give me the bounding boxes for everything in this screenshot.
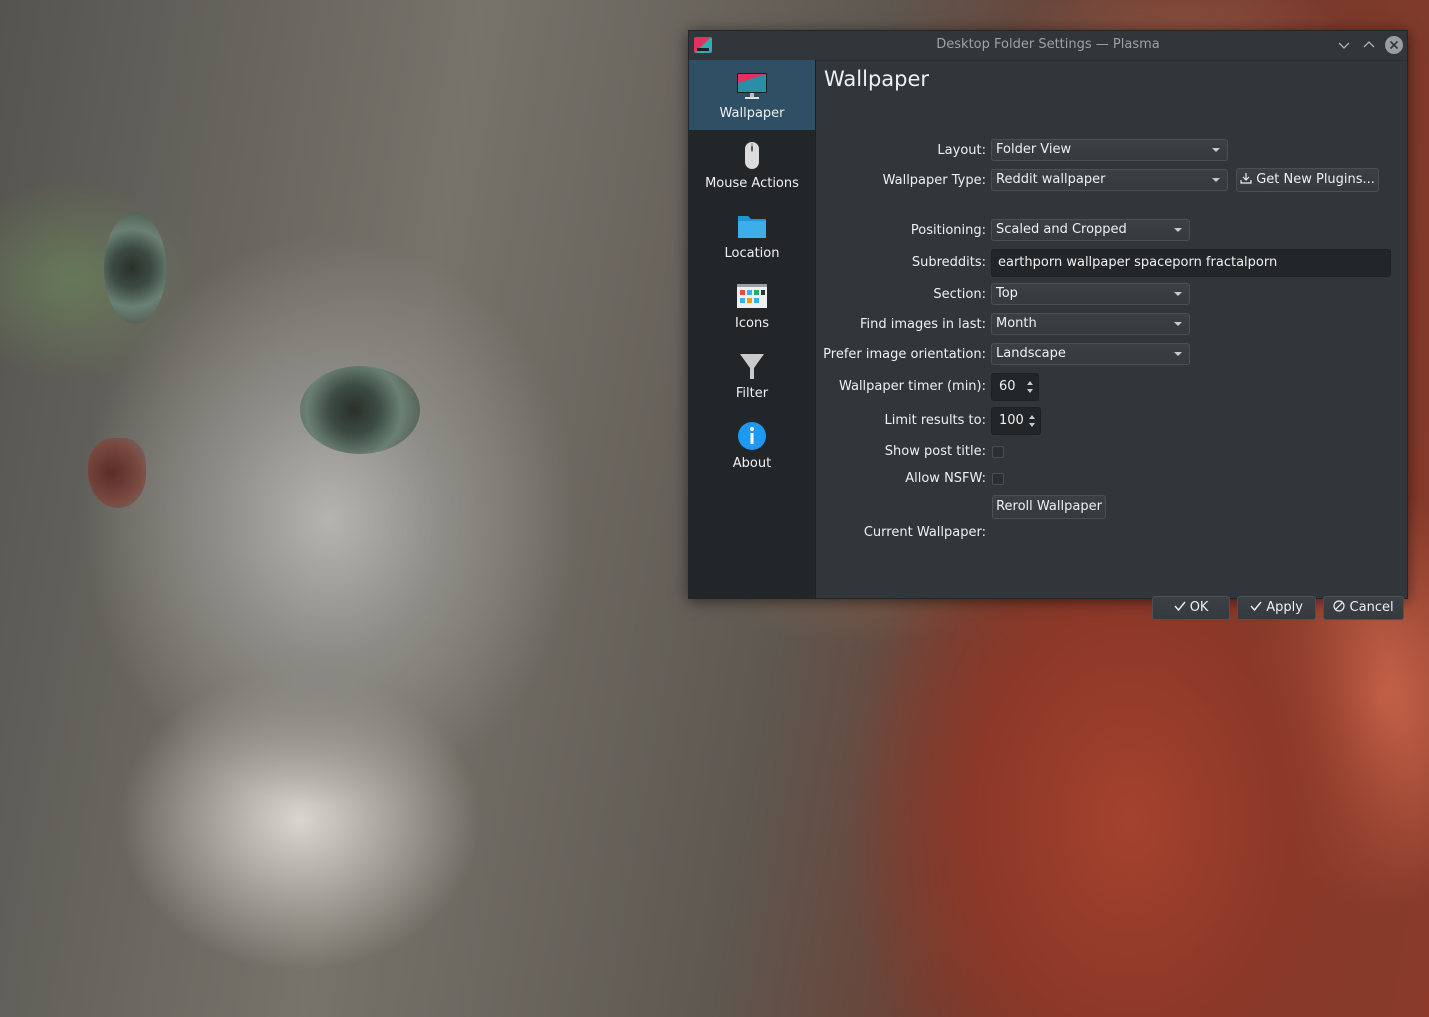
check-icon [1250,601,1262,612]
monitor-icon [737,73,767,99]
current-wallpaper-label: Current Wallpaper: [863,525,986,540]
layout-value: Folder View [996,142,1072,157]
kitten-nose [88,438,146,508]
sidebar-item-label: Filter [735,386,769,401]
cancel-icon [1333,600,1346,612]
section-label: Section: [933,287,986,302]
positioning-combo[interactable]: Scaled and Cropped [991,219,1190,241]
show-post-title-checkbox[interactable] [992,446,1004,458]
spin-up-icon[interactable] [1027,381,1033,385]
chevron-down-icon [1174,322,1182,326]
wallpaper-type-label: Wallpaper Type: [882,173,986,188]
find-images-value: Month [996,316,1037,331]
orientation-value: Landscape [996,346,1066,361]
chevron-down-icon [1338,42,1350,49]
page-title: Wallpaper [824,67,930,91]
allow-nsfw-checkbox[interactable] [992,473,1004,485]
maximize-button[interactable] [1359,35,1379,55]
reroll-wallpaper-button[interactable]: Reroll Wallpaper [992,495,1106,519]
chevron-down-icon [1212,178,1220,182]
find-images-label: Find images in last: [860,317,986,332]
check-icon [1174,601,1186,612]
subreddits-input[interactable]: earthporn wallpaper spaceporn fractalpor… [991,249,1391,277]
orientation-label: Prefer image orientation: [823,347,986,362]
content-pane: Wallpaper Layout: Folder View Wallpaper … [815,60,1408,620]
sidebar-item-label: Wallpaper [719,106,785,121]
sidebar-item-location[interactable]: Location [689,200,815,270]
sidebar-item-wallpaper[interactable]: Wallpaper [689,60,815,130]
limit-label: Limit results to: [884,413,986,428]
sidebar-item-label: About [732,456,772,471]
sidebar-item-filter[interactable]: Filter [689,340,815,410]
close-icon [1385,36,1403,54]
subreddits-label: Subreddits: [911,255,986,270]
download-icon [1240,173,1252,184]
kitten-eye-left [104,212,166,324]
sidebar-item-about[interactable]: About [689,410,815,480]
reroll-wallpaper-label: Reroll Wallpaper [996,499,1102,514]
chevron-down-icon [1174,292,1182,296]
section-value: Top [996,286,1018,301]
minimize-button[interactable] [1334,35,1354,55]
sidebar: Wallpaper Mouse Actions Location Icons F… [689,60,815,599]
spin-down-icon[interactable] [1027,389,1033,393]
layout-label: Layout: [937,143,986,158]
get-new-plugins-button[interactable]: Get New Plugins... [1236,168,1379,192]
timer-spinbox[interactable]: 60 [991,373,1039,401]
chevron-up-icon [1363,41,1375,48]
title-bar[interactable]: Desktop Folder Settings — Plasma [689,31,1407,61]
cancel-button[interactable]: Cancel [1323,596,1404,620]
sidebar-item-icons[interactable]: Icons [689,270,815,340]
ok-label: OK [1189,600,1209,615]
allow-nsfw-label: Allow NSFW: [905,471,986,486]
spin-up-icon[interactable] [1029,415,1035,419]
chevron-down-icon [1174,228,1182,232]
icons-view-icon [737,284,767,308]
info-icon [738,422,766,450]
orientation-combo[interactable]: Landscape [991,343,1190,365]
folder-icon [738,216,766,238]
mouse-icon [745,142,759,169]
timer-value: 60 [999,379,1016,394]
limit-spinbox[interactable]: 100 [991,407,1041,435]
sidebar-item-label: Location [724,246,780,261]
layout-combo[interactable]: Folder View [991,139,1228,161]
close-button[interactable] [1384,35,1404,55]
chevron-down-icon [1212,148,1220,152]
chevron-down-icon [1174,352,1182,356]
wallpaper-type-value: Reddit wallpaper [996,172,1106,187]
wallpaper-type-combo[interactable]: Reddit wallpaper [991,169,1228,191]
get-new-plugins-label: Get New Plugins... [1256,172,1375,187]
find-images-combo[interactable]: Month [991,313,1190,335]
settings-window: Desktop Folder Settings — Plasma Wallpap… [688,30,1408,620]
timer-label: Wallpaper timer (min): [838,379,986,394]
filter-icon [740,354,764,379]
positioning-value: Scaled and Cropped [996,222,1127,237]
limit-value: 100 [999,413,1024,428]
sidebar-item-label: Icons [735,316,769,331]
sidebar-item-mouse-actions[interactable]: Mouse Actions [689,130,815,200]
kitten-eye-right [300,366,420,454]
ok-button[interactable]: OK [1152,596,1230,620]
window-title: Desktop Folder Settings — Plasma [936,37,1160,52]
spin-down-icon[interactable] [1029,423,1035,427]
show-post-title-label: Show post title: [884,444,986,459]
section-combo[interactable]: Top [991,283,1190,305]
sidebar-item-label: Mouse Actions [705,176,799,191]
cancel-label: Cancel [1349,600,1394,615]
positioning-label: Positioning: [910,223,986,238]
apply-label: Apply [1266,600,1303,615]
apply-button[interactable]: Apply [1237,596,1316,620]
